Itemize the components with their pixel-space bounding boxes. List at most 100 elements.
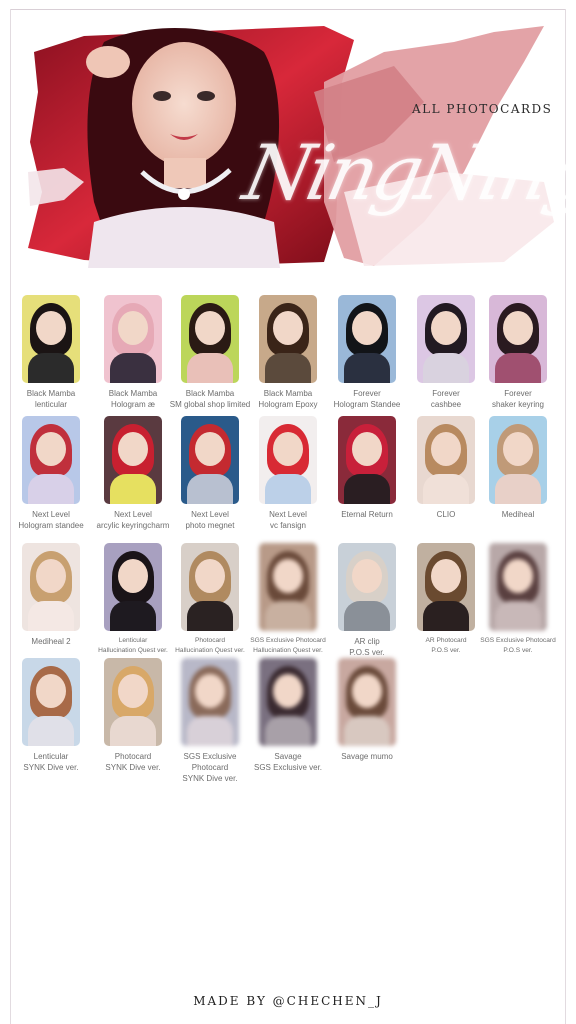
photocard-outfit [28, 353, 74, 383]
caption-line-1: Forever [504, 389, 532, 398]
photocard-caption: Mediheal [476, 509, 560, 520]
photocard-face [36, 311, 66, 345]
header-banner: ALL PHOTOCARDS NingNing [24, 22, 576, 272]
caption-line-1: Photocard [194, 637, 226, 644]
photocard-face [195, 432, 225, 466]
caption-line-2: Hallucination Quest ver. [175, 647, 245, 654]
frame-top-border [10, 9, 566, 10]
caption-line-1: Eternal Return [341, 510, 393, 519]
caption-line-1: Next Level [32, 510, 70, 519]
photocard-caption: Lenticular SYNK Dive ver. [9, 751, 93, 773]
photocard-face [118, 311, 148, 345]
name-script: NingNing [236, 128, 576, 217]
photocard-face [431, 559, 461, 593]
photocard-caption: Next Level photo megnet [168, 509, 252, 531]
photocard-outfit [28, 716, 74, 746]
photocard-image [22, 658, 80, 746]
caption-line-1: Photocard [114, 752, 152, 761]
photocard-image [104, 416, 162, 504]
photocard-outfit [265, 601, 311, 631]
photocard-image [104, 543, 162, 631]
photocard-image [338, 543, 396, 631]
photocard-outfit [110, 601, 156, 631]
photocard-face [36, 674, 66, 708]
caption-line-1: Lenticular [118, 637, 148, 644]
photocard-caption: SGS Exclusive Photocard SYNK Dive ver. [168, 751, 252, 784]
photocard-face [36, 559, 66, 593]
caption-line-1: Next Level [269, 510, 307, 519]
photocard-outfit [28, 601, 74, 631]
photocard-caption: Savage SGS Exclusive ver. [246, 751, 330, 773]
header-title: ALL PHOTOCARDS [412, 102, 553, 116]
caption-line-2: Hallucination Quest ver. [253, 647, 323, 654]
caption-line-1: Savage mumo [341, 752, 393, 761]
photocard-caption: Savage mumo [325, 751, 409, 762]
photocard-caption: AR clip P.O.S ver. [325, 636, 409, 658]
caption-line-2: Hallucination Quest ver. [98, 647, 168, 654]
photocard-face [118, 432, 148, 466]
photocard-caption: Forever shaker keyring [476, 388, 560, 410]
photocard-outfit [423, 601, 469, 631]
photocard-image [181, 295, 239, 383]
photocard-face [195, 311, 225, 345]
photocard-outfit [344, 474, 390, 504]
photocard-image [417, 543, 475, 631]
photocard-image [104, 658, 162, 746]
photocard-image [259, 543, 317, 631]
photocard-face [273, 674, 303, 708]
photocard-caption: Black Mamba Hologram æ [91, 388, 175, 410]
caption-line-1: Forever [353, 389, 381, 398]
photocard-outfit [187, 353, 233, 383]
photocard-image [259, 295, 317, 383]
photocard-outfit [344, 353, 390, 383]
photocard-caption: Black Mamba lenticular [9, 388, 93, 410]
caption-line-1: Black Mamba [26, 389, 76, 398]
photocard-caption: Forever Hologram Standee [325, 388, 409, 410]
photocard-outfit [110, 716, 156, 746]
photocard-face [195, 674, 225, 708]
credit-footer: MADE BY @CHECHEN_J [193, 994, 383, 1008]
photocard-face [118, 559, 148, 593]
photocard-outfit [265, 716, 311, 746]
caption-line-1: Savage [274, 752, 302, 761]
photocard-outfit [423, 474, 469, 504]
photocard-outfit [187, 601, 233, 631]
caption-line-1: Mediheal [501, 510, 535, 519]
photocard-face [352, 311, 382, 345]
photocard-face [431, 432, 461, 466]
caption-line-1: SGS Exclusive Photocard [183, 752, 237, 772]
photocard-image [181, 658, 239, 746]
photocard-caption: Photocard SYNK Dive ver. [91, 751, 175, 773]
photocard-caption: SGS Exclusive Photocard Hallucination Que… [246, 636, 330, 656]
photocard-face [503, 559, 533, 593]
photocard-outfit [495, 601, 541, 631]
photocard-face [431, 311, 461, 345]
photocard-outfit [344, 601, 390, 631]
photocard-image [338, 295, 396, 383]
photocard-image [417, 295, 475, 383]
photocard-face [36, 432, 66, 466]
photocard-caption: Next Level Hologram standee [9, 509, 93, 531]
photocard-image [22, 416, 80, 504]
photocard-image [259, 416, 317, 504]
photocard-outfit [344, 716, 390, 746]
caption-line-2: vc fansign [269, 521, 307, 530]
photocard-outfit [495, 353, 541, 383]
caption-line-2: Hologram standee [18, 521, 84, 530]
photocard-outfit [265, 474, 311, 504]
caption-line-2: Hologram Epoxy [258, 400, 318, 409]
photocard-face [503, 311, 533, 345]
photocard-outfit [28, 474, 74, 504]
photocard-outfit [187, 716, 233, 746]
photocard-image [338, 416, 396, 504]
photocard-image [181, 416, 239, 504]
photocard-face [352, 432, 382, 466]
photocard-image [417, 416, 475, 504]
caption-line-1: Lenticular [33, 752, 69, 761]
caption-line-1: Next Level [114, 510, 152, 519]
caption-line-2: SM global shop limited [169, 400, 251, 409]
photocard-image [489, 416, 547, 504]
photocard-outfit [423, 353, 469, 383]
photocard-face [352, 559, 382, 593]
caption-line-1: Black Mamba [263, 389, 313, 398]
